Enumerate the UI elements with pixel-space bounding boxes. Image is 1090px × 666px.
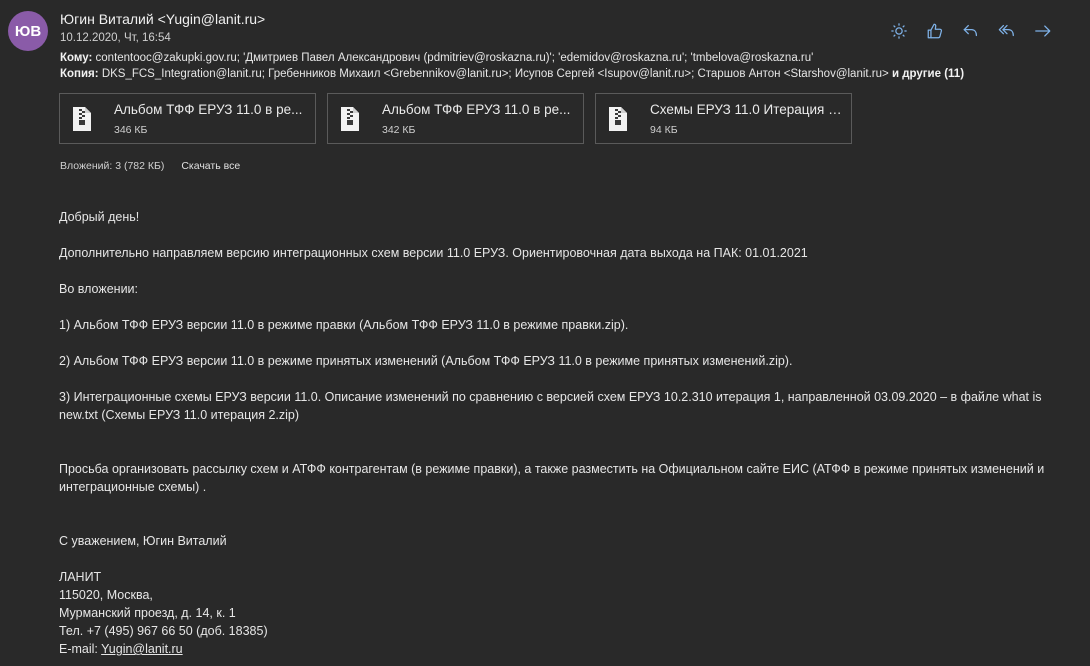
- sent-date: 10.12.2020, Чт, 16:54: [60, 32, 171, 44]
- attachment-card[interactable]: Схемы ЕРУЗ 11.0 Итерация 2... 94 КБ: [595, 93, 852, 144]
- signature-phone: Тел. +7 (495) 967 66 50 (доб. 18385): [59, 624, 268, 638]
- reply-icon[interactable]: [958, 20, 984, 42]
- sender-name[interactable]: Югин Виталий <Yugin@lanit.ru>: [60, 11, 265, 27]
- attachments-summary: Вложений: 3 (782 КБ) Скачать все: [60, 160, 240, 172]
- avatar: ЮВ: [8, 11, 48, 51]
- attachment-name: Схемы ЕРУЗ 11.0 Итерация 2...: [650, 102, 842, 117]
- cc-line: Копия: DKS_FCS_Integration@lanit.ru; Гре…: [60, 68, 990, 80]
- cc-label: Копия:: [60, 68, 99, 80]
- closing: С уважением, Югин Виталий: [59, 534, 227, 548]
- email-label: E-mail:: [59, 642, 102, 656]
- attachment-card[interactable]: Альбом ТФФ ЕРУЗ 11.0 в ре... 342 КБ: [327, 93, 584, 144]
- email-link[interactable]: Yugin@lanit.ru: [101, 642, 183, 656]
- attachment-size: 346 КБ: [114, 124, 148, 136]
- body-paragraph: Во вложении:: [59, 282, 139, 296]
- attachment-size: 94 КБ: [650, 124, 678, 136]
- list-item: 2) Альбом ТФФ ЕРУЗ версии 11.0 в режиме …: [59, 354, 793, 368]
- more-recipients-link[interactable]: и другие (11): [892, 68, 964, 80]
- greeting: Добрый день!: [59, 210, 140, 224]
- attachments-count: Вложений: 3 (782 КБ): [60, 160, 165, 172]
- signature-email: E-mail: Yugin@lanit.ru: [59, 640, 1059, 658]
- attachment-name: Альбом ТФФ ЕРУЗ 11.0 в ре...: [114, 102, 303, 117]
- body-paragraph: Просьба организовать рассылку схем и АТФ…: [59, 462, 1045, 494]
- attachment-name: Альбом ТФФ ЕРУЗ 11.0 в ре...: [382, 102, 571, 117]
- signature-company: ЛАНИТ: [59, 570, 102, 584]
- to-recipients[interactable]: contentooc@zakupki.gov.ru; 'Дмитриев Пав…: [96, 52, 814, 64]
- message-toolbar: [886, 20, 1056, 42]
- signature-address: Мурманский проезд, д. 14, к. 1: [59, 606, 236, 620]
- download-all-link[interactable]: Скачать все: [181, 160, 240, 172]
- body-paragraph: Дополнительно направляем версию интеграц…: [59, 246, 808, 260]
- list-item: 3) Интеграционные схемы ЕРУЗ версии 11.0…: [59, 390, 1042, 422]
- message-body: Добрый день! Дополнительно направляем ве…: [59, 208, 1059, 658]
- zip-file-icon: [341, 107, 359, 131]
- signature-city: 115020, Москва,: [59, 588, 153, 602]
- attachment-card[interactable]: Альбом ТФФ ЕРУЗ 11.0 в ре... 346 КБ: [59, 93, 316, 144]
- like-icon[interactable]: [922, 20, 948, 42]
- reply-all-icon[interactable]: [994, 20, 1020, 42]
- attachments-list: Альбом ТФФ ЕРУЗ 11.0 в ре... 346 КБ Альб…: [59, 93, 852, 144]
- to-line: Кому: contentooc@zakupki.gov.ru; 'Дмитри…: [60, 52, 813, 64]
- sun-icon[interactable]: [886, 20, 912, 42]
- zip-file-icon: [609, 107, 627, 131]
- attachment-size: 342 КБ: [382, 124, 416, 136]
- zip-file-icon: [73, 107, 91, 131]
- forward-icon[interactable]: [1030, 20, 1056, 42]
- to-label: Кому:: [60, 52, 93, 64]
- cc-recipients[interactable]: DKS_FCS_Integration@lanit.ru; Гребеннико…: [102, 68, 889, 80]
- list-item: 1) Альбом ТФФ ЕРУЗ версии 11.0 в режиме …: [59, 318, 629, 332]
